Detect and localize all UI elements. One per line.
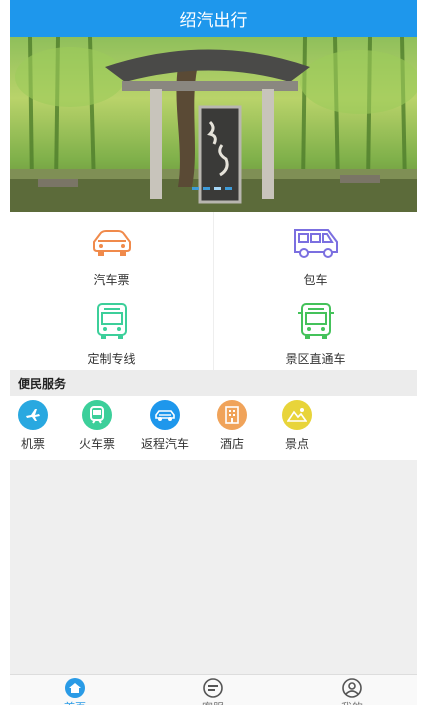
quick-scenic[interactable]: 景点 (282, 400, 312, 452)
carousel-dot[interactable] (203, 187, 210, 190)
service-label: 定制专线 (87, 352, 136, 366)
tab-mine[interactable]: 我的 (292, 678, 412, 705)
quick-label: 机票 (20, 437, 45, 451)
tab-label: 首页 (64, 699, 86, 705)
service-custom-route[interactable]: 定制专线 (10, 291, 213, 370)
carousel-dot[interactable] (225, 187, 232, 190)
tab-home[interactable]: 首页 (15, 678, 135, 705)
user-icon (342, 678, 362, 698)
section-title-text: 便民服务 (18, 376, 67, 391)
content-area (10, 460, 417, 674)
banner-image (10, 37, 417, 212)
bus-front-icon (297, 303, 334, 339)
quick-return-bus[interactable]: 返程汽车 (141, 400, 189, 452)
car-icon (92, 230, 131, 256)
service-label: 汽车票 (93, 273, 130, 287)
service-charter[interactable]: 包车 (214, 212, 417, 291)
bottom-tab-bar: 首页 客服 我的 (10, 674, 417, 705)
quick-label: 返程汽车 (141, 437, 190, 451)
carousel-indicator (192, 187, 232, 190)
quick-hotel[interactable]: 酒店 (217, 400, 247, 452)
quick-train[interactable]: 火车票 (79, 400, 115, 452)
scenic-icon (282, 400, 312, 430)
carousel-dot-active[interactable] (214, 187, 221, 190)
title-bar: 绍汽出行 (10, 0, 417, 37)
tab-label: 客服 (202, 699, 224, 705)
quick-flight[interactable]: 机票 (18, 400, 48, 452)
service-label: 包车 (303, 273, 328, 287)
tab-service[interactable]: 客服 (153, 678, 273, 705)
section-convenience-title: 便民服务 (10, 370, 417, 396)
service-scenic-express[interactable]: 景区直通车 (214, 291, 417, 370)
train-icon (82, 400, 112, 430)
service-bus-ticket[interactable]: 汽车票 (10, 212, 213, 291)
quick-label: 酒店 (219, 437, 244, 451)
page-title: 绍汽出行 (179, 11, 248, 31)
carousel-dot[interactable] (192, 187, 199, 190)
return-car-icon (150, 400, 180, 430)
hotel-icon (217, 400, 247, 430)
app-screen: 绍汽出行 汽车票 包车 定制专线 景区直通车 便民服务 机票 火车票 返程汽车 … (10, 0, 417, 705)
main-services-grid: 汽车票 包车 定制专线 景区直通车 (10, 212, 417, 370)
banner-carousel[interactable] (10, 37, 417, 212)
message-icon (203, 678, 223, 698)
quick-label: 景点 (284, 437, 309, 451)
bus-front-icon (96, 303, 127, 339)
tab-label: 我的 (341, 699, 363, 705)
service-label: 景区直通车 (285, 352, 346, 366)
plane-icon (18, 400, 48, 430)
convenience-services: 机票 火车票 返程汽车 酒店 景点 (10, 396, 417, 460)
quick-label: 火车票 (79, 437, 116, 451)
bus-icon (293, 229, 338, 258)
home-icon (65, 678, 85, 698)
